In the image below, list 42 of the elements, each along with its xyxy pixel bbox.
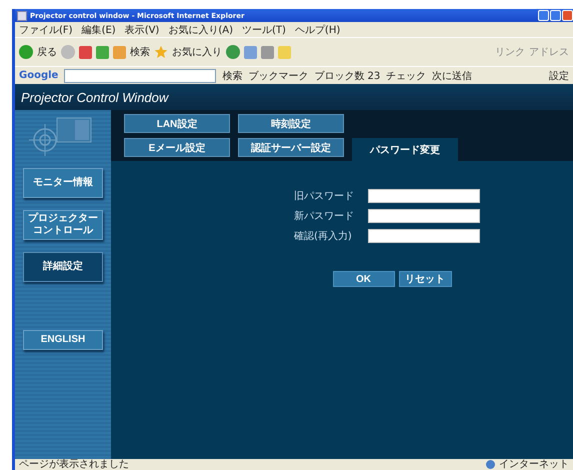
- tab[interactable]: LAN設定: [124, 114, 230, 133]
- menu-item[interactable]: お気に入り(A): [168, 22, 233, 36]
- star-icon[interactable]: [154, 45, 168, 59]
- password-field[interactable]: [368, 209, 480, 223]
- maximize-button[interactable]: [550, 10, 561, 21]
- minimize-button[interactable]: [538, 10, 549, 21]
- send-button[interactable]: 次に送信: [432, 68, 472, 82]
- password-field[interactable]: [368, 189, 480, 203]
- search-field[interactable]: [64, 68, 216, 82]
- sidebar-button[interactable]: モニター情報: [23, 168, 103, 198]
- field-label: 旧パスワード: [294, 190, 355, 203]
- app-title: Projector Control Window: [21, 90, 168, 104]
- zone-label: インターネット: [499, 459, 569, 470]
- tab[interactable]: 認証サーバー設定: [238, 138, 344, 157]
- google-logo: Google: [19, 70, 58, 81]
- sidebar-button[interactable]: プロジェクターコントロール: [23, 210, 103, 240]
- blocked-count-button[interactable]: ブロック数 23: [314, 68, 380, 82]
- menu-item[interactable]: 編集(E): [82, 22, 116, 36]
- favorites-button[interactable]: お気に入り: [172, 45, 222, 59]
- password-field[interactable]: [368, 229, 480, 243]
- settings-button[interactable]: 設定: [549, 68, 569, 82]
- field-label: 新パスワード: [294, 210, 355, 223]
- close-button[interactable]: [562, 10, 573, 21]
- form-button[interactable]: リセット: [398, 271, 452, 287]
- search-button[interactable]: 検索: [130, 45, 150, 59]
- check-button[interactable]: チェック: [386, 68, 426, 82]
- sidebar-button[interactable]: 詳細設定: [23, 252, 103, 282]
- field-label: 確認(再入力): [294, 230, 353, 243]
- search-button[interactable]: 検索: [222, 68, 242, 82]
- menu-item[interactable]: 表示(V): [124, 22, 160, 36]
- bookmarks-button[interactable]: ブックマーク: [248, 68, 308, 82]
- tab[interactable]: Eメール設定: [124, 138, 230, 157]
- back-button[interactable]: 戻る: [37, 45, 57, 59]
- address-label: アドレス: [529, 46, 569, 59]
- tab[interactable]: 時刻設定: [238, 114, 344, 133]
- menu-item[interactable]: ヘルプ(H): [294, 22, 340, 36]
- sidebar-button[interactable]: ENGLISH: [23, 330, 103, 350]
- status-message: ページが表示されました: [19, 459, 129, 470]
- menu-item[interactable]: ツール(T): [242, 22, 286, 36]
- tab[interactable]: パスワード変更: [352, 138, 458, 161]
- menu-item[interactable]: ファイル(F): [19, 22, 73, 36]
- form-button[interactable]: OK: [332, 271, 394, 287]
